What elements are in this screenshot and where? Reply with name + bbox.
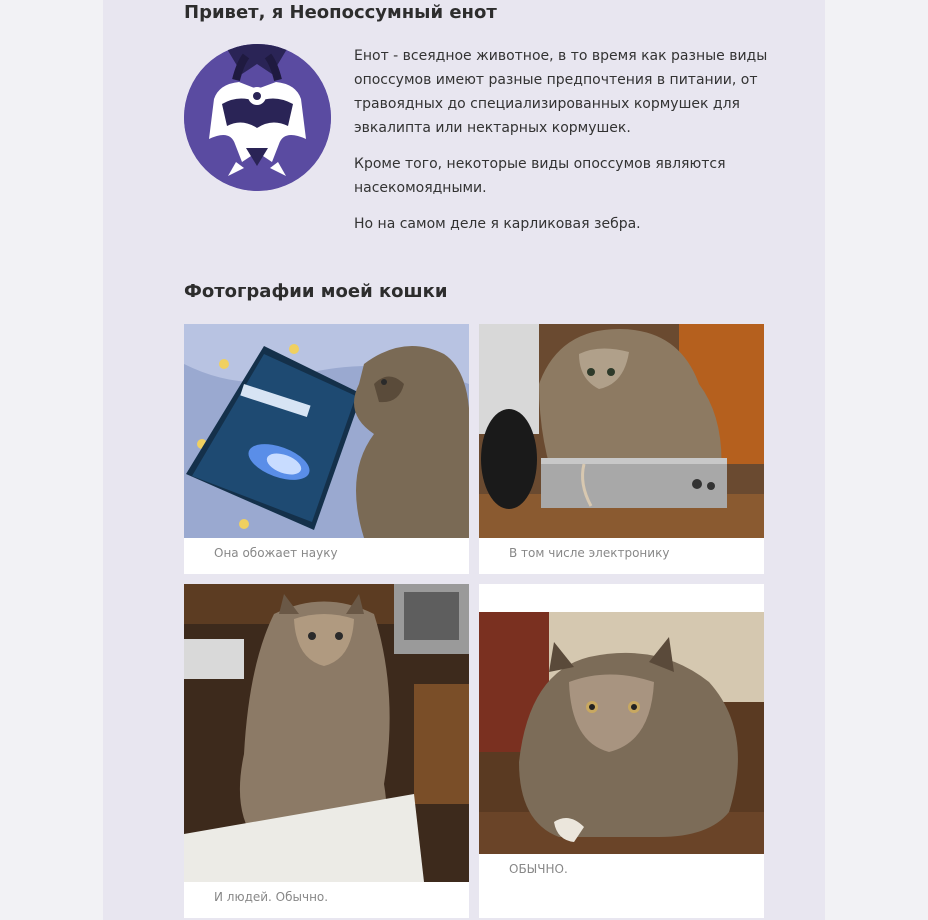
- cat-photo[interactable]: [479, 612, 764, 854]
- cat-photo[interactable]: [479, 324, 764, 538]
- page-title: Привет, я Неопоссумный енот: [184, 2, 497, 23]
- bio: Енот - всеядное животное, в то время как…: [354, 44, 774, 248]
- photo-caption: Она обожает науку: [214, 546, 338, 560]
- content-column: Привет, я Неопоссумный енот Енот - всеяд…: [103, 0, 825, 920]
- gallery-card[interactable]: Она обожает науку: [184, 324, 469, 574]
- gallery-card[interactable]: В том числе электронику: [479, 324, 764, 574]
- photo-caption: В том числе электронику: [509, 546, 670, 560]
- cat-photo[interactable]: [184, 584, 469, 882]
- bio-paragraph: Енот - всеядное животное, в то время как…: [354, 48, 768, 136]
- cat-with-book-image: [184, 324, 469, 538]
- cat-with-electronics-image: [479, 324, 764, 538]
- cat-photo[interactable]: [184, 324, 469, 538]
- photo-caption: И людей. Обычно.: [214, 890, 329, 904]
- gallery-card[interactable]: И людей. Обычно.: [184, 584, 469, 918]
- cat-sitting-image: [184, 584, 469, 882]
- cat-lying-image: [479, 612, 764, 854]
- avatar: [184, 44, 331, 191]
- bio-paragraph: Кроме того, некоторые виды опоссумов явл…: [354, 156, 726, 196]
- gallery-title: Фотографии моей кошки: [184, 281, 448, 302]
- bio-paragraph: Но на самом деле я карликовая зебра.: [354, 216, 641, 232]
- raccoon-logo-icon: [184, 44, 331, 191]
- photo-caption: ОБЫЧНО.: [509, 862, 568, 876]
- gallery-card[interactable]: ОБЫЧНО.: [479, 584, 764, 918]
